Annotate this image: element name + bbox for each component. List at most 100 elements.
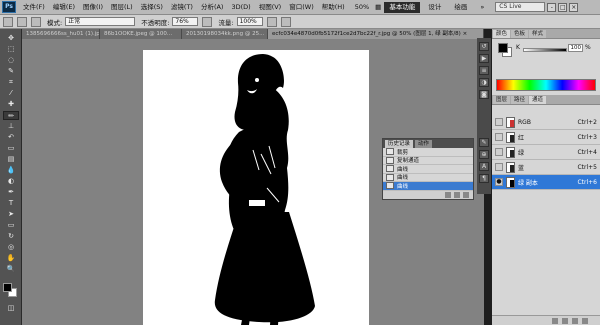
clone-stamp-tool-icon[interactable]: ⊥: [3, 122, 19, 131]
adjustments-panel-icon[interactable]: ◑: [479, 78, 489, 87]
menu-edit[interactable]: 编辑(E): [49, 0, 79, 15]
brush-panel-icon[interactable]: ✎: [479, 138, 489, 147]
shape-tool-icon[interactable]: ▭: [3, 221, 19, 230]
pressure-size-icon[interactable]: [280, 16, 291, 27]
history-panel-icon[interactable]: ↺: [479, 42, 489, 51]
menu-3d[interactable]: 3D(D): [227, 0, 254, 15]
foreground-color-swatch[interactable]: [3, 283, 12, 292]
channel-row-rgb[interactable]: RGB Ctrl+2: [492, 115, 600, 130]
pen-tool-icon[interactable]: ✒: [3, 188, 19, 197]
load-selection-icon[interactable]: [552, 318, 558, 324]
history-item-selected[interactable]: 曲线: [383, 182, 473, 191]
history-brush-tool-icon[interactable]: ↶: [3, 133, 19, 142]
doc-tab-active[interactable]: ecfc034e4870d0fb5172f1ce2d7bc22f_r.jpg @…: [268, 29, 484, 39]
menu-layer[interactable]: 图层(L): [107, 0, 137, 15]
menu-image[interactable]: 图像(I): [79, 0, 107, 15]
menu-filter[interactable]: 滤镜(T): [167, 0, 197, 15]
cs-live-button[interactable]: CS Live: [495, 2, 546, 12]
brush-preset-icon[interactable]: [3, 16, 13, 27]
eraser-tool-icon[interactable]: ▭: [3, 144, 19, 153]
history-item[interactable]: 复制通道: [383, 156, 473, 165]
masks-panel-icon[interactable]: ◙: [479, 90, 489, 99]
trash-icon[interactable]: [463, 191, 469, 198]
visibility-toggle[interactable]: [495, 148, 503, 156]
tab-swatches[interactable]: 色板: [511, 30, 529, 38]
menu-help[interactable]: 帮助(H): [318, 0, 349, 15]
k-slider-track[interactable]: [523, 48, 567, 52]
opacity-input[interactable]: 76%: [172, 17, 199, 26]
character-panel-icon[interactable]: A: [479, 162, 489, 171]
tab-layers[interactable]: 图层: [493, 96, 511, 104]
channel-row-green-copy[interactable]: ● 绿 副本 Ctrl+6: [492, 175, 600, 190]
history-item[interactable]: 裁剪: [383, 148, 473, 157]
healing-brush-tool-icon[interactable]: ✚: [3, 100, 19, 109]
channel-row-green[interactable]: 绿 Ctrl+4: [492, 145, 600, 160]
clone-source-panel-icon[interactable]: ⊕: [479, 150, 489, 159]
workspace-painting[interactable]: 绘画: [449, 2, 472, 13]
trash-icon[interactable]: [582, 318, 588, 324]
paragraph-panel-icon[interactable]: ¶: [479, 174, 489, 183]
actions-tab[interactable]: 动作: [415, 139, 433, 148]
eye-icon[interactable]: ●: [495, 178, 503, 186]
visibility-toggle[interactable]: [495, 118, 503, 126]
properties-panel-icon[interactable]: ≡: [479, 66, 489, 75]
brush-panel-icon[interactable]: [31, 16, 41, 27]
workspace-design[interactable]: 设计: [423, 2, 446, 13]
menu-analysis[interactable]: 分析(A): [197, 0, 228, 15]
new-document-icon[interactable]: [445, 191, 451, 198]
channel-row-blue[interactable]: 蓝 Ctrl+5: [492, 160, 600, 175]
airbrush-icon[interactable]: [266, 16, 277, 27]
hand-tool-icon[interactable]: ✋: [3, 254, 19, 263]
path-select-tool-icon[interactable]: ➤: [3, 210, 19, 219]
k-value-input[interactable]: 100: [568, 44, 583, 52]
doc-tab-2[interactable]: 86b1OOKE.jpeg @ 100...: [100, 29, 182, 39]
gradient-tool-icon[interactable]: ▤: [3, 155, 19, 164]
save-selection-icon[interactable]: [562, 318, 568, 324]
tab-color[interactable]: 颜色: [493, 30, 511, 38]
maximize-button[interactable]: □: [558, 2, 568, 12]
type-tool-icon[interactable]: T: [3, 199, 19, 208]
move-tool-icon[interactable]: ✥: [3, 34, 19, 43]
menu-view[interactable]: 视图(V): [255, 0, 286, 15]
quick-mask-icon[interactable]: ◫: [3, 304, 19, 313]
close-button[interactable]: ×: [569, 2, 579, 12]
crop-tool-icon[interactable]: ⌗: [3, 78, 19, 87]
lasso-tool-icon[interactable]: ◌: [3, 56, 19, 65]
menu-file[interactable]: 文件(F): [19, 0, 49, 15]
eyedropper-tool-icon[interactable]: ⁄: [3, 89, 19, 98]
arrange-icon[interactable]: ▦: [375, 3, 381, 11]
minimize-button[interactable]: -: [547, 2, 557, 12]
document-canvas[interactable]: [143, 50, 369, 325]
color-spectrum-bar[interactable]: [496, 79, 596, 91]
zoom-level-select[interactable]: 50%: [355, 3, 369, 11]
blur-tool-icon[interactable]: 💧: [3, 166, 19, 175]
dodge-tool-icon[interactable]: ◐: [3, 177, 19, 186]
marquee-tool-icon[interactable]: ⬚: [3, 45, 19, 54]
doc-tab-1[interactable]: 1385696666ss_hu01 (1).jpg @ 10...: [22, 29, 100, 39]
visibility-toggle[interactable]: [495, 163, 503, 171]
workspace-more[interactable]: »: [475, 2, 489, 13]
quick-select-tool-icon[interactable]: ✎: [3, 67, 19, 76]
channel-row-red[interactable]: 红 Ctrl+3: [492, 130, 600, 145]
menu-window[interactable]: 窗口(W): [285, 0, 318, 15]
history-item[interactable]: 曲线: [383, 165, 473, 174]
visibility-toggle[interactable]: [495, 133, 503, 141]
brush-tool-icon[interactable]: ✏: [3, 111, 19, 120]
tab-paths[interactable]: 路径: [511, 96, 529, 104]
3d-rotate-tool-icon[interactable]: ↻: [3, 232, 19, 241]
menu-select[interactable]: 选择(S): [137, 0, 167, 15]
workspace-essentials[interactable]: 基本功能: [384, 1, 421, 13]
new-snapshot-icon[interactable]: [454, 191, 460, 198]
tab-channels[interactable]: 通道: [529, 96, 547, 104]
tab-styles[interactable]: 样式: [529, 30, 547, 38]
brush-size-icon[interactable]: [17, 16, 27, 27]
mode-select[interactable]: 正常: [65, 17, 136, 26]
doc-tab-3[interactable]: 20130198034kk.png @ 25...: [182, 29, 268, 39]
color-panel-foreground[interactable]: [498, 43, 508, 53]
flow-input[interactable]: 100%: [236, 17, 263, 26]
new-channel-icon[interactable]: [572, 318, 578, 324]
actions-panel-icon[interactable]: ▶: [479, 54, 489, 63]
pressure-opacity-icon[interactable]: [202, 16, 213, 27]
history-tab[interactable]: 历史记录: [385, 139, 414, 148]
history-item[interactable]: 曲线: [383, 173, 473, 182]
